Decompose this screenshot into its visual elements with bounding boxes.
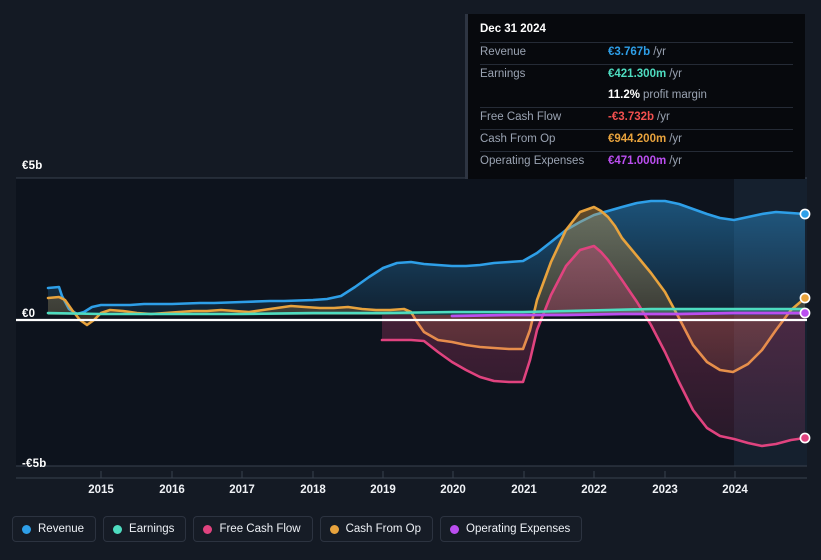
- tooltip-row-operating-expenses: Operating Expenses €471.000m /yr: [480, 151, 793, 173]
- legend-item-operating-expenses[interactable]: Operating Expenses: [440, 516, 583, 542]
- tooltip-row-earnings: Earnings €421.300m /yr: [480, 64, 793, 86]
- tooltip-label-earnings: Earnings: [480, 68, 526, 80]
- tooltip-value-earnings: €421.300m: [608, 68, 667, 80]
- tooltip-row-cash-from-op: Cash From Op €944.200m /yr: [480, 129, 793, 151]
- tooltip-unit-earnings: /yr: [669, 68, 682, 80]
- y-axis-tick-zero: €0: [22, 308, 36, 320]
- tooltip-unit-cash-from-op: /yr: [669, 133, 682, 145]
- legend-label-free-cash-flow: Free Cash Flow: [219, 523, 301, 535]
- tooltip-unit-profit-margin: profit margin: [642, 89, 707, 101]
- y-axis-tick-top: €5b: [22, 160, 43, 172]
- legend-dot-free-cash-flow-icon: [203, 524, 213, 534]
- legend-label-operating-expenses: Operating Expenses: [466, 523, 571, 535]
- legend-item-earnings[interactable]: Earnings: [103, 516, 187, 542]
- legend-dot-revenue-icon: [22, 524, 31, 534]
- endpoint-marker-revenue: [799, 208, 811, 220]
- tooltip-value-profit-margin: 11.2%: [608, 89, 640, 101]
- tooltip-unit-operating-expenses: /yr: [669, 155, 682, 167]
- endpoint-marker-operating-expenses: [799, 307, 811, 319]
- legend-label-earnings: Earnings: [129, 523, 175, 535]
- x-axis-tick-2017: 2017: [229, 484, 255, 496]
- legend-dot-cash-from-op-icon: [329, 524, 339, 534]
- tooltip-date: Dec 31 2024: [480, 23, 546, 35]
- y-axis-tick-bottom: -€5b: [22, 458, 47, 470]
- x-axis-ticks: [100, 471, 736, 478]
- x-axis-tick-2024: 2024: [722, 484, 748, 496]
- tooltip-value-operating-expenses: €471.000m: [608, 155, 667, 167]
- x-axis-tick-2015: 2015: [88, 484, 114, 496]
- x-axis-tick-2018: 2018: [300, 484, 326, 496]
- tooltip-row-profit-margin: 11.2% profit margin: [480, 86, 793, 107]
- tooltip-label-revenue: Revenue: [480, 46, 527, 58]
- endpoint-marker-cash-from-op: [799, 292, 811, 304]
- tooltip-unit-free-cash-flow: /yr: [657, 111, 670, 123]
- tooltip-label-free-cash-flow: Free Cash Flow: [480, 111, 562, 123]
- legend-dot-operating-expenses-icon: [450, 524, 460, 534]
- tooltip-row-free-cash-flow: Free Cash Flow -€3.732b /yr: [480, 107, 793, 129]
- endpoint-marker-free-cash-flow: [799, 432, 811, 444]
- tooltip-row-revenue: Revenue €3.767b /yr: [480, 42, 793, 64]
- x-axis-tick-2023: 2023: [652, 484, 678, 496]
- legend-dot-earnings-icon: [113, 524, 123, 534]
- legend-item-cash-from-op[interactable]: Cash From Op: [319, 516, 434, 542]
- legend-label-cash-from-op: Cash From Op: [345, 523, 422, 535]
- chart-tooltip: Dec 31 2024 Revenue €3.767b /yr Earnings…: [465, 14, 805, 179]
- tooltip-unit-revenue: /yr: [653, 46, 666, 58]
- legend-item-free-cash-flow[interactable]: Free Cash Flow: [193, 516, 313, 542]
- x-axis-tick-2022: 2022: [581, 484, 607, 496]
- x-axis-tick-2016: 2016: [159, 484, 185, 496]
- x-axis-tick-2019: 2019: [370, 484, 396, 496]
- legend-label-revenue: Revenue: [38, 523, 85, 535]
- legend-item-revenue[interactable]: Revenue: [12, 516, 97, 542]
- x-axis-tick-2021: 2021: [511, 484, 537, 496]
- tooltip-label-cash-from-op: Cash From Op: [480, 133, 556, 145]
- tooltip-label-operating-expenses: Operating Expenses: [480, 155, 585, 167]
- tooltip-value-free-cash-flow: -€3.732b: [608, 111, 655, 123]
- tooltip-value-cash-from-op: €944.200m: [608, 133, 667, 145]
- tooltip-value-revenue: €3.767b: [608, 46, 651, 58]
- x-axis-tick-2020: 2020: [440, 484, 466, 496]
- chart-legend: Revenue Earnings Free Cash Flow Cash Fro…: [12, 516, 583, 542]
